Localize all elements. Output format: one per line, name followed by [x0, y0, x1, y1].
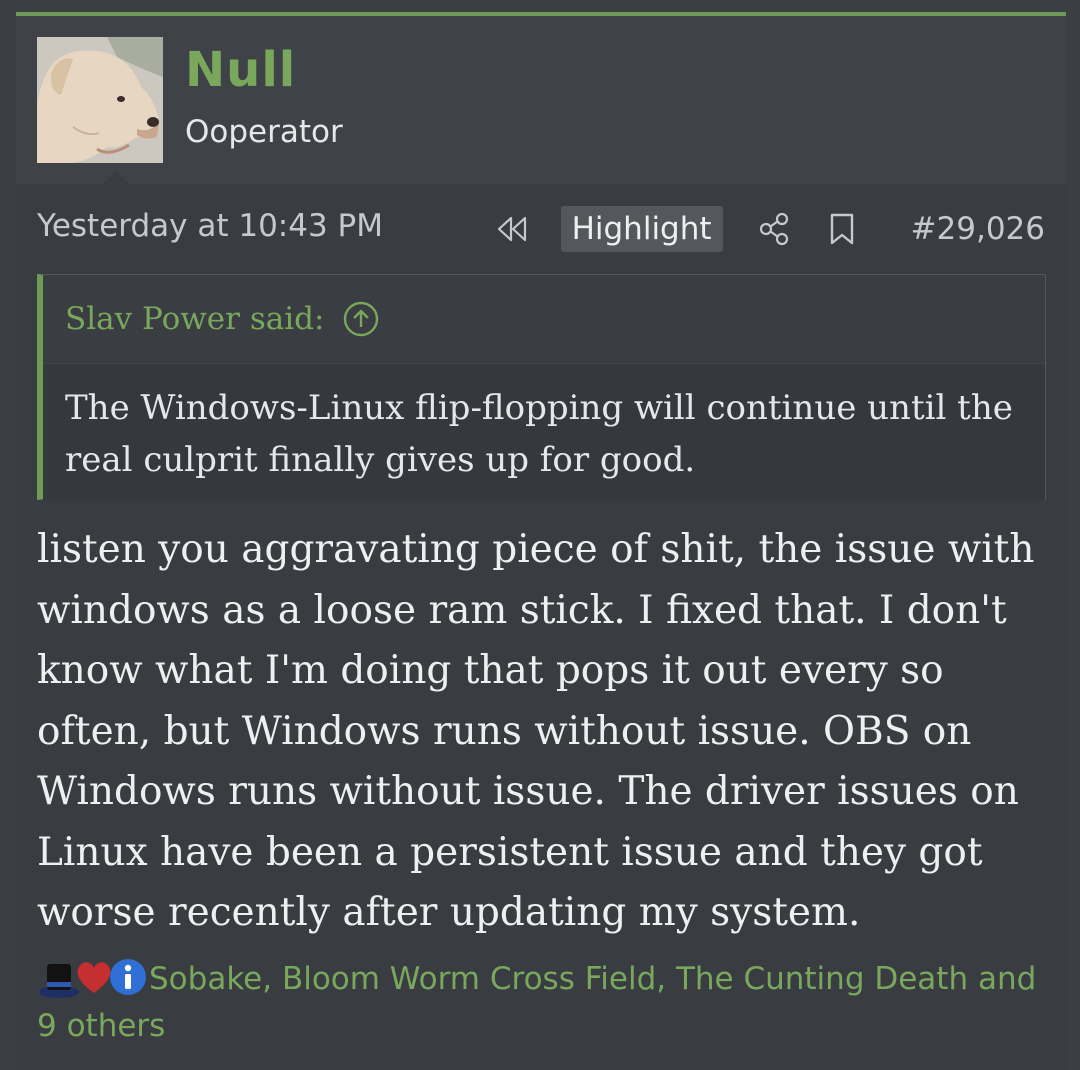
highlight-button[interactable]: Highlight: [560, 206, 723, 252]
quote-author[interactable]: Slav Power said:: [65, 301, 324, 337]
quote-header: Slav Power said:: [43, 275, 1045, 364]
share-icon[interactable]: [753, 208, 795, 250]
reactions-bar[interactable]: Sobake, Bloom Worm Cross Field, The Cunt…: [37, 956, 1046, 1050]
header-arrow: [103, 171, 129, 184]
post-timestamp[interactable]: Yesterday at 10:43 PM: [37, 208, 383, 244]
post-body: listen you aggravating piece of shit, th…: [37, 527, 1035, 935]
user-title: Ooperator: [185, 114, 343, 150]
page-margin-left: [0, 0, 16, 1070]
rewind-icon[interactable]: [491, 208, 533, 250]
bookmark-icon[interactable]: [821, 208, 863, 250]
reaction-users[interactable]: Sobake, Bloom Worm Cross Field, The Cunt…: [37, 961, 1036, 1044]
post-actions: Highlight #29,026: [491, 206, 1045, 252]
dog-avatar-image: [37, 37, 163, 163]
avatar[interactable]: [37, 37, 163, 163]
page-top-strip: [16, 0, 1066, 12]
post-number-link[interactable]: #29,026: [911, 211, 1045, 247]
jump-to-quote-icon[interactable]: [342, 300, 380, 338]
quote-text: The Windows-Linux flip-flopping will con…: [43, 364, 1045, 501]
quote-block: Slav Power said: The Windows-Linux flip-…: [37, 274, 1046, 501]
reaction-icons[interactable]: [37, 956, 146, 1000]
page-margin-right: [1066, 0, 1080, 1070]
user-header: Null Ooperator: [16, 16, 1066, 184]
info-icon: [107, 956, 149, 1000]
post: Yesterday at 10:43 PM Highlight #29,026: [16, 184, 1066, 1070]
username[interactable]: Null: [185, 42, 296, 98]
